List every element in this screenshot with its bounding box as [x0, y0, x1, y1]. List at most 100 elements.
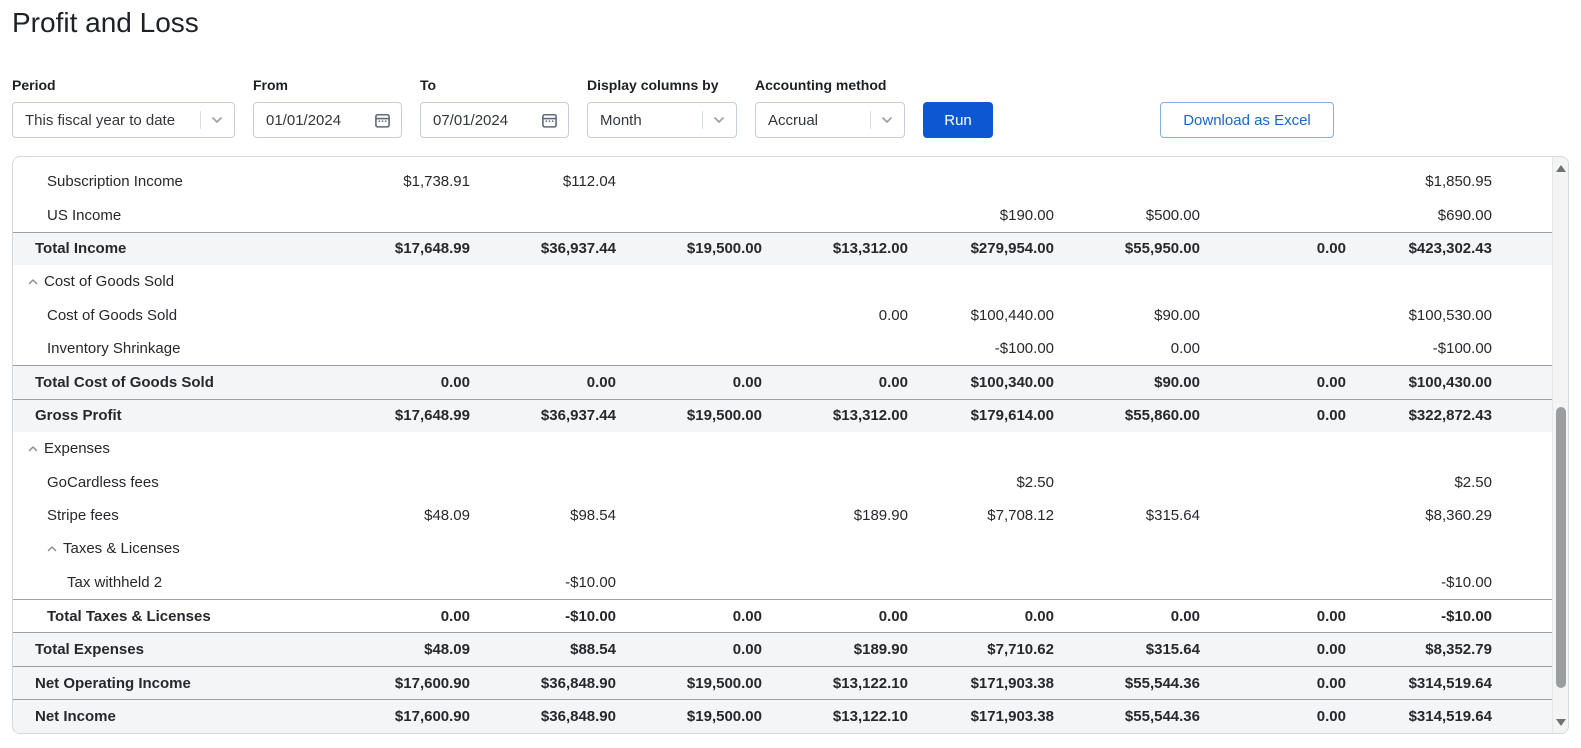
- page-title: Profit and Loss: [12, 7, 199, 38]
- amount-cell: $314,519.64: [1408, 707, 1492, 725]
- amount-cell: $17,648.99: [394, 240, 470, 258]
- select-separator: [702, 111, 703, 129]
- amount-cell: $13,312.00: [832, 240, 908, 258]
- scroll-up-button[interactable]: [1553, 161, 1568, 175]
- amount-cell: 0.00: [440, 374, 470, 392]
- row-label-cell: Total Income: [13, 240, 324, 257]
- scroll-down-button[interactable]: [1553, 715, 1568, 729]
- table-row: Net Operating Income $17,600.90 $36,848.9…: [13, 665, 1568, 700]
- amount-cell: 0.00: [1316, 707, 1346, 725]
- amount-cell: $100,440.00: [970, 306, 1054, 324]
- amount-cell: 0.00: [732, 641, 762, 659]
- chevron-down-icon: [712, 113, 726, 127]
- table-row: Total Expenses $48.09 $88.54 0.00 $189.90 $7…: [13, 632, 1568, 666]
- table-row: Subscription Income $1,738.91 $112.04 $1,8…: [13, 165, 1568, 198]
- amount-cell: -$10.00: [565, 573, 616, 591]
- row-label-cell: Subscription Income: [13, 173, 324, 190]
- table-row: US Income $190.00 $500.00 $690.00: [13, 198, 1568, 231]
- to-filter: To 07/01/2024: [420, 78, 569, 138]
- row-label-cell: Total Expenses: [13, 641, 324, 658]
- amount-cell: 0.00: [1316, 374, 1346, 392]
- amount-cell: $13,312.00: [832, 407, 908, 425]
- scrollbar-thumb[interactable]: [1556, 407, 1566, 688]
- amount-cell: $171,903.38: [970, 674, 1054, 692]
- amount-cell: 0.00: [878, 306, 908, 324]
- row-label: Subscription Income: [47, 173, 183, 191]
- chevron-down-icon: [880, 113, 894, 127]
- period-filter: Period This fiscal year to date: [12, 78, 235, 138]
- amount-cell: $36,937.44: [540, 407, 616, 425]
- chevron-up-icon[interactable]: [46, 543, 58, 555]
- table-row: Inventory Shrinkage -$100.00 0.00 -$100.00: [13, 332, 1568, 365]
- row-label: Net Operating Income: [35, 674, 191, 692]
- row-label: Net Income: [35, 707, 116, 725]
- row-label-cell: Net Operating Income: [13, 675, 324, 692]
- row-label-cell: Tax withheld 2: [13, 574, 324, 591]
- triangle-up-icon: [1555, 164, 1566, 172]
- row-label-cell: Cost of Goods Sold: [13, 307, 324, 324]
- amount-cell: 0.00: [1170, 340, 1200, 358]
- row-label: Total Taxes & Licenses: [47, 607, 211, 625]
- amount-cell: $19,500.00: [686, 707, 762, 725]
- amount-cell: $55,950.00: [1124, 240, 1200, 258]
- download-as-excel-button[interactable]: Download as Excel: [1160, 102, 1334, 138]
- amount-cell: $100,430.00: [1408, 374, 1492, 392]
- period-value: This fiscal year to date: [25, 111, 176, 129]
- accounting-method-value: Accrual: [768, 111, 819, 129]
- amount-cell: $88.54: [570, 641, 616, 659]
- table-row: Tax withheld 2 -$10.00 -$10.00: [13, 566, 1568, 599]
- row-label-cell: Total Taxes & Licenses: [13, 608, 324, 625]
- amount-cell: $315.64: [1145, 641, 1200, 659]
- amount-cell: $13,122.10: [832, 707, 908, 725]
- period-select[interactable]: This fiscal year to date: [12, 102, 235, 138]
- display-columns-select[interactable]: Month: [587, 102, 737, 138]
- amount-cell: 0.00: [732, 607, 762, 625]
- amount-cell: $7,710.62: [987, 641, 1054, 659]
- row-label: Cost of Goods Sold: [47, 306, 178, 324]
- amount-cell: 0.00: [1316, 407, 1346, 425]
- amount-cell: $13,122.10: [832, 674, 908, 692]
- row-label-cell: Net Income: [13, 708, 324, 725]
- row-label: Tax withheld 2: [67, 573, 163, 591]
- amount-cell: $100,340.00: [970, 374, 1054, 392]
- table-row: Total Income $17,648.99 $36,937.44 $19,500…: [13, 231, 1568, 266]
- amount-cell: $190.00: [999, 206, 1054, 224]
- amount-cell: $171,903.38: [970, 707, 1054, 725]
- period-label: Period: [12, 77, 56, 93]
- amount-cell: $98.54: [570, 507, 616, 525]
- amount-cell: 0.00: [878, 374, 908, 392]
- chevron-down-icon: [210, 113, 224, 127]
- table-row: Stripe fees $48.09 $98.54 $189.90 $7,708.12…: [13, 499, 1568, 532]
- table-row: Total Cost of Goods Sold 0.00 0.00 0.00 0.0…: [13, 365, 1568, 399]
- filter-bar: Period This fiscal year to date From 01/…: [12, 78, 1569, 138]
- amount-cell: $1,738.91: [403, 173, 470, 191]
- amount-cell: 0.00: [732, 374, 762, 392]
- amount-cell: 0.00: [440, 607, 470, 625]
- amount-cell: $500.00: [1145, 206, 1200, 224]
- amount-cell: 0.00: [878, 607, 908, 625]
- row-label-cell: US Income: [13, 207, 324, 224]
- run-button[interactable]: Run: [923, 102, 993, 138]
- profit-and-loss-report-table: Subscription Income $1,738.91 $112.04 $1,8…: [12, 156, 1569, 734]
- table-row: Expenses: [13, 432, 1568, 465]
- amount-cell: $690.00: [1437, 206, 1492, 224]
- amount-cell: -$10.00: [1441, 573, 1492, 591]
- from-date-input[interactable]: 01/01/2024: [253, 102, 402, 138]
- display-columns-filter: Display columns by Month: [587, 78, 737, 138]
- calendar-icon: [541, 112, 558, 129]
- calendar-icon: [374, 112, 391, 129]
- accounting-method-select[interactable]: Accrual: [755, 102, 905, 138]
- amount-cell: -$100.00: [1432, 340, 1492, 358]
- chevron-up-icon[interactable]: [27, 276, 39, 288]
- amount-cell: -$10.00: [565, 607, 616, 625]
- to-date-input[interactable]: 07/01/2024: [420, 102, 569, 138]
- amount-cell: $7,708.12: [987, 507, 1054, 525]
- amount-cell: $19,500.00: [686, 407, 762, 425]
- from-filter: From 01/01/2024: [253, 78, 402, 138]
- table-row: Cost of Goods Sold: [13, 265, 1568, 298]
- chevron-up-icon[interactable]: [27, 443, 39, 455]
- amount-cell: $2.50: [1016, 473, 1054, 491]
- display-columns-value: Month: [600, 111, 642, 129]
- vertical-scrollbar[interactable]: [1552, 157, 1568, 733]
- amount-cell: $8,360.29: [1425, 507, 1492, 525]
